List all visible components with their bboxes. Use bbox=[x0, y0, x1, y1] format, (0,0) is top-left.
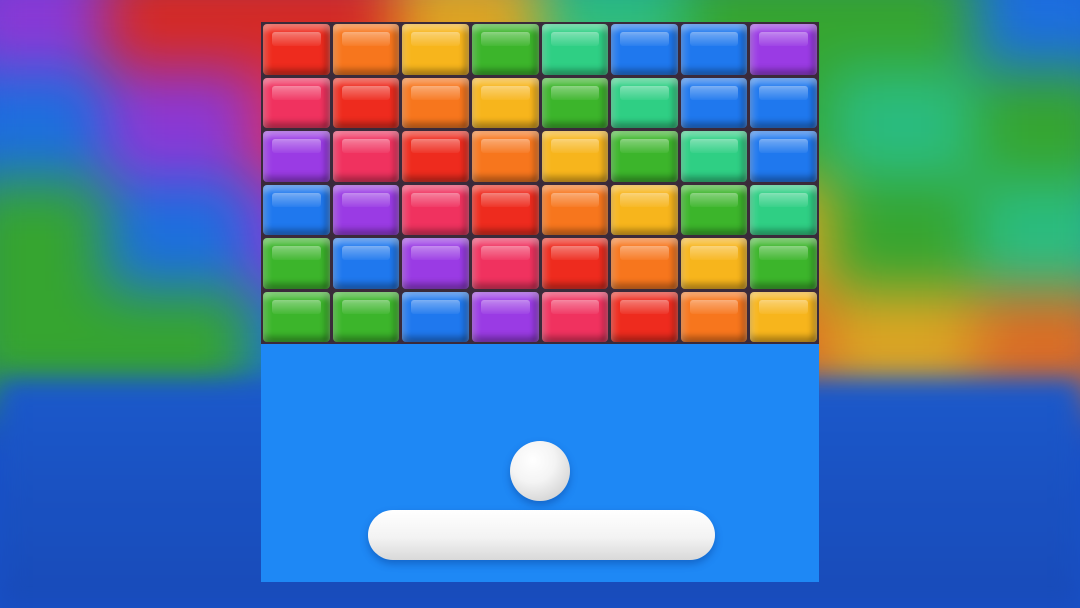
brick-blue bbox=[680, 77, 748, 128]
brick-teal bbox=[680, 131, 748, 182]
brick-purple bbox=[750, 24, 817, 75]
brick-red bbox=[541, 238, 609, 289]
brick-green bbox=[332, 291, 400, 342]
brick-teal bbox=[541, 24, 609, 75]
brick-blue bbox=[263, 184, 330, 235]
brick-red bbox=[611, 291, 678, 342]
game-screen bbox=[0, 0, 1080, 608]
paddle[interactable] bbox=[368, 510, 715, 560]
brick-green bbox=[750, 238, 817, 289]
brick-purple bbox=[332, 184, 400, 235]
ball bbox=[510, 441, 570, 501]
brick-teal bbox=[750, 184, 817, 235]
brick-red bbox=[402, 131, 469, 182]
brick-blue bbox=[750, 77, 817, 128]
brick-yellow bbox=[471, 77, 539, 128]
brick-pink bbox=[263, 77, 330, 128]
brick-blue bbox=[680, 24, 748, 75]
brick-purple bbox=[263, 131, 330, 182]
brick-pink bbox=[402, 184, 469, 235]
brick-red bbox=[332, 77, 400, 128]
brick-purple bbox=[402, 238, 469, 289]
brick-green bbox=[263, 291, 330, 342]
brick-green bbox=[263, 238, 330, 289]
brick-orange bbox=[611, 238, 678, 289]
brick-green bbox=[680, 184, 748, 235]
brick-pink bbox=[471, 238, 539, 289]
brick-blue bbox=[332, 238, 400, 289]
brick-red bbox=[263, 24, 330, 75]
brick-yellow bbox=[680, 238, 748, 289]
brick-wall bbox=[261, 22, 819, 344]
brick-orange bbox=[680, 291, 748, 342]
brick-blue bbox=[611, 24, 678, 75]
brick-blue bbox=[750, 131, 817, 182]
brick-yellow bbox=[611, 184, 678, 235]
brick-yellow bbox=[541, 131, 609, 182]
game-board[interactable] bbox=[261, 22, 819, 582]
brick-purple bbox=[471, 291, 539, 342]
brick-green bbox=[541, 77, 609, 128]
brick-orange bbox=[402, 77, 469, 128]
brick-orange bbox=[332, 24, 400, 75]
brick-yellow bbox=[750, 291, 817, 342]
brick-pink bbox=[332, 131, 400, 182]
brick-green bbox=[611, 131, 678, 182]
brick-orange bbox=[471, 131, 539, 182]
brick-pink bbox=[541, 291, 609, 342]
brick-orange bbox=[541, 184, 609, 235]
brick-yellow bbox=[402, 24, 469, 75]
brick-green bbox=[471, 24, 539, 75]
brick-blue bbox=[402, 291, 469, 342]
brick-red bbox=[471, 184, 539, 235]
brick-teal bbox=[611, 77, 678, 128]
